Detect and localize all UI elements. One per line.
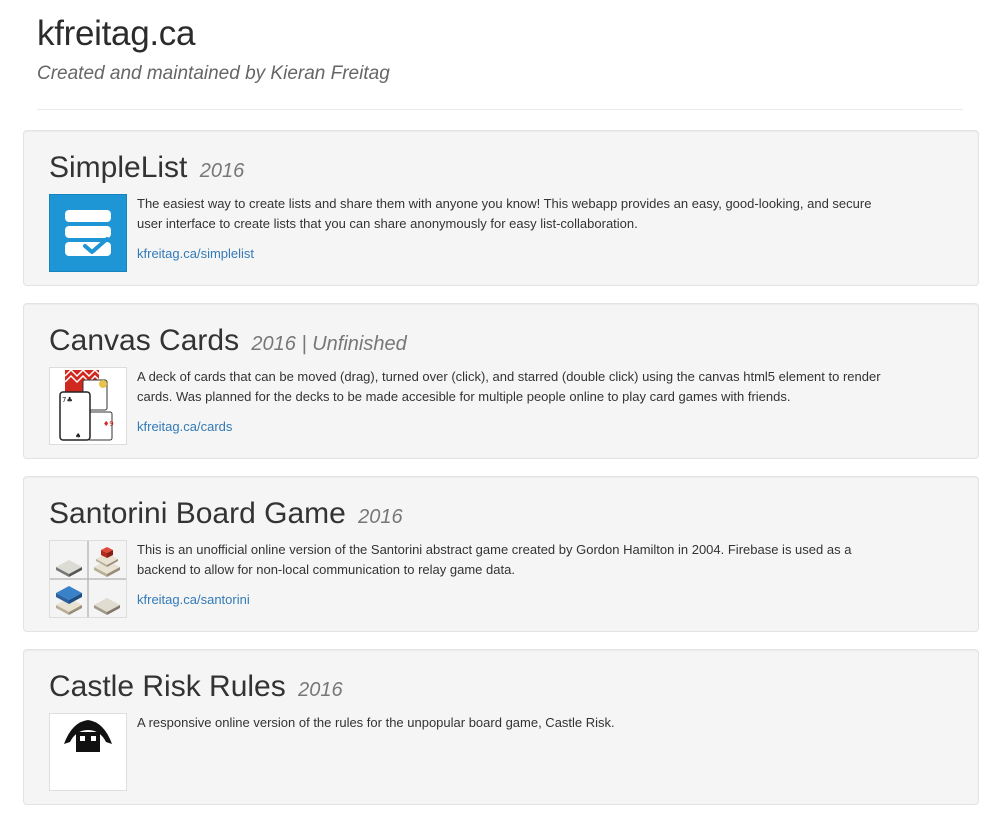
project-description: A responsive online version of the rules… [137,715,615,730]
project-card-castle-risk: Castle Risk Rules 2016 A responsive onli… [23,649,979,805]
project-year: 2016 [199,160,245,182]
project-list: SimpleList 2016 The easiest way to creat… [23,130,979,822]
svg-text:7♣: 7♣ [62,396,73,404]
project-description: The easiest way to create lists and shar… [137,196,872,231]
header-divider [37,109,963,110]
project-card-canvas-cards: Canvas Cards 2016 | Unfinished ♦9 7♣ ♠ A… [23,303,979,459]
project-link-cards[interactable]: kfreitag.ca/cards [137,417,232,437]
project-name: Canvas Cards [49,324,240,357]
project-year: 2016 [358,506,403,528]
project-year: 2016 [298,679,343,701]
project-title: Santorini Board Game 2016 [49,497,403,534]
project-link-simplelist[interactable]: kfreitag.ca/simplelist [137,244,254,264]
castle-risk-logo-icon[interactable] [49,713,127,791]
svg-text:♦9: ♦9 [103,420,114,428]
project-description: This is an unofficial online version of … [137,542,852,577]
svg-text:♠: ♠ [75,432,81,440]
project-name: Castle Risk Rules [49,670,286,703]
project-title: Castle Risk Rules 2016 [49,670,343,707]
santorini-board-icon[interactable] [49,540,127,618]
project-title: SimpleList 2016 [49,151,244,188]
project-card-simplelist: SimpleList 2016 The easiest way to creat… [23,130,979,286]
site-header: kfreitag.ca Created and maintained by Ki… [37,14,963,86]
playing-cards-icon[interactable]: ♦9 7♣ ♠ [49,367,127,445]
site-title: kfreitag.ca [37,14,196,53]
project-name: Santorini Board Game [49,497,346,530]
project-year-status: 2016 | Unfinished [251,333,407,355]
project-title: Canvas Cards 2016 | Unfinished [49,324,407,361]
simplelist-logo-icon[interactable] [49,194,127,272]
project-name: SimpleList [49,151,188,184]
project-link-santorini[interactable]: kfreitag.ca/santorini [137,590,250,610]
project-card-santorini: Santorini Board Game 2016 This is an uno… [23,476,979,632]
site-subtitle: Created and maintained by Kieran Freitag [37,63,390,84]
project-description: A deck of cards that can be moved (drag)… [137,369,881,404]
